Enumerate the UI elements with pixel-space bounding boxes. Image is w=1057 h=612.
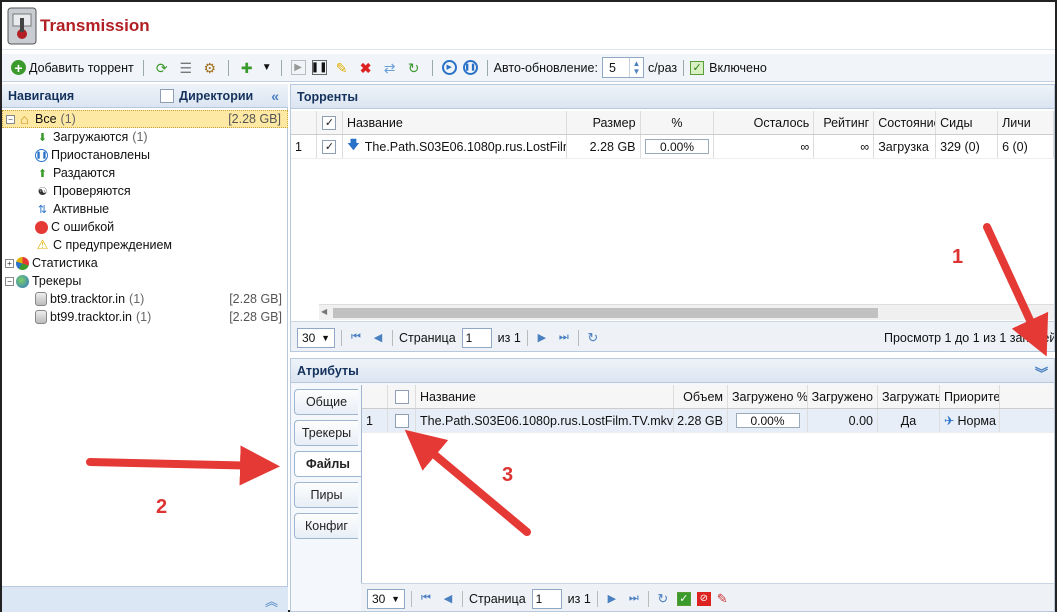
tab-files[interactable]: Файлы (294, 451, 361, 477)
annotation-arrow-1 (983, 223, 1049, 357)
annotation-label-1: 1 (952, 246, 964, 268)
annotation-label-2: 2 (156, 496, 168, 518)
annotation-label-3: 3 (502, 464, 514, 486)
annotation-arrow-2 (86, 445, 280, 486)
